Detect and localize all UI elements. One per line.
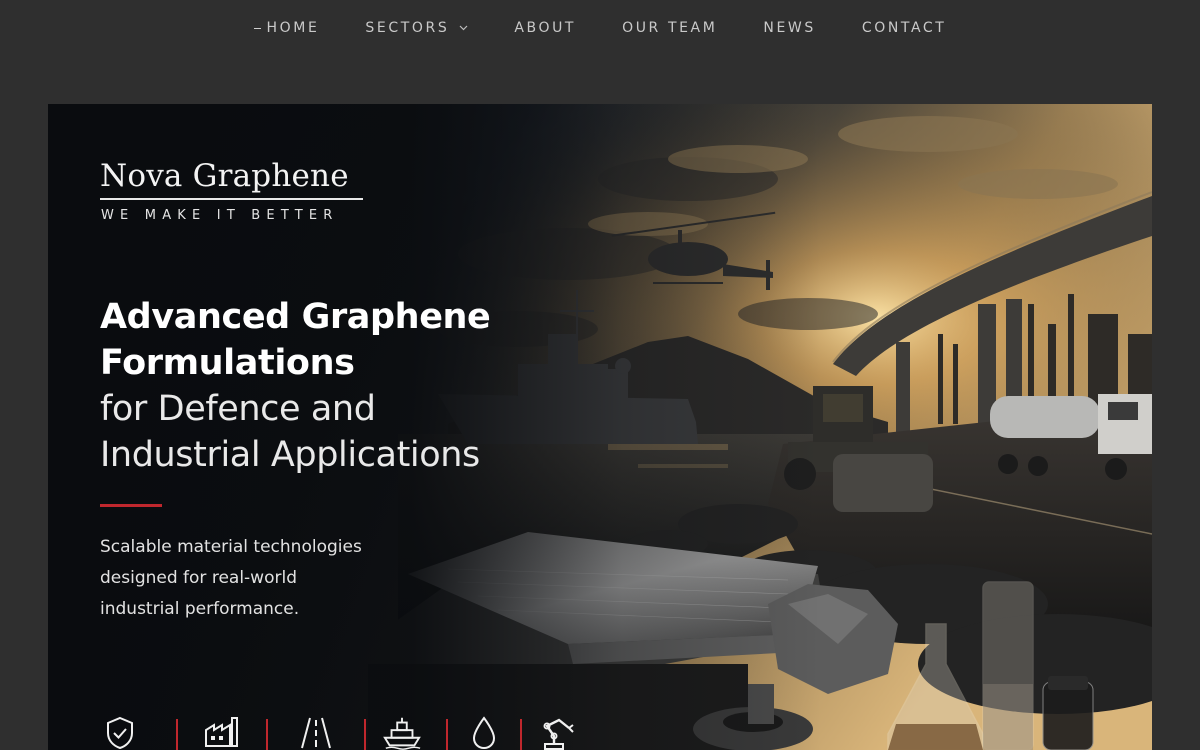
robot-arm-icon[interactable] — [538, 716, 578, 750]
factory-icon[interactable] — [202, 716, 242, 750]
nav-sectors-link[interactable]: SECTORS — [365, 20, 468, 36]
nav-our-team-link[interactable]: OUR TEAM — [622, 20, 717, 36]
nav-sectors-label: SECTORS — [365, 20, 450, 36]
brand-tagline: WE MAKE IT BETTER — [101, 208, 339, 223]
ship-icon[interactable] — [382, 716, 422, 750]
icon-divider — [176, 719, 178, 750]
icon-divider — [446, 719, 448, 750]
nav-home-link[interactable]: HOME — [253, 20, 320, 36]
icon-divider — [266, 719, 268, 750]
sector-icons-row — [100, 716, 578, 750]
subtext-line-1: Scalable material technologies — [100, 537, 362, 557]
nav-contact-link[interactable]: CONTACT — [862, 20, 947, 36]
droplet-icon[interactable] — [464, 716, 504, 750]
icon-divider — [364, 719, 366, 750]
icon-divider — [520, 719, 522, 750]
nav-news-link[interactable]: NEWS — [763, 20, 815, 36]
accent-divider — [100, 504, 162, 507]
nav-about-label: ABOUT — [514, 20, 577, 36]
active-indicator — [253, 27, 261, 29]
hero-text-block: Nova Graphene WE MAKE IT BETTER Advanced… — [100, 104, 620, 750]
road-icon[interactable] — [296, 716, 336, 750]
hero-subtext: Scalable material technologies designed … — [100, 532, 520, 625]
subtext-line-3: industrial performance. — [100, 599, 300, 619]
nav-our-team-label: OUR TEAM — [622, 20, 718, 36]
brand-logo-name[interactable]: Nova Graphene — [100, 158, 349, 194]
headline-line-4: Industrial Applications — [100, 435, 480, 475]
hero-headline: Advanced Graphene Formulations for Defen… — [100, 294, 620, 478]
hero-banner: Nova Graphene WE MAKE IT BETTER Advanced… — [48, 104, 1152, 750]
nav-about-link[interactable]: ABOUT — [514, 20, 576, 36]
nav-menu: HOME SECTORS ABOUT OUR TEAM NEWS CONTACT — [253, 20, 947, 36]
headline-line-1: Advanced Graphene — [100, 297, 491, 337]
nav-contact-label: CONTACT — [861, 20, 947, 36]
top-navigation: HOME SECTORS ABOUT OUR TEAM NEWS CONTACT — [0, 0, 1200, 56]
nav-home-label: HOME — [266, 20, 320, 36]
nav-news-label: NEWS — [763, 20, 816, 36]
shield-check-icon[interactable] — [100, 716, 140, 750]
subtext-line-2: designed for real-world — [100, 568, 297, 588]
chevron-down-icon — [459, 25, 468, 31]
brand-underline — [100, 198, 363, 200]
headline-line-2: Formulations — [100, 343, 355, 383]
headline-line-3: for Defence and — [100, 389, 376, 429]
